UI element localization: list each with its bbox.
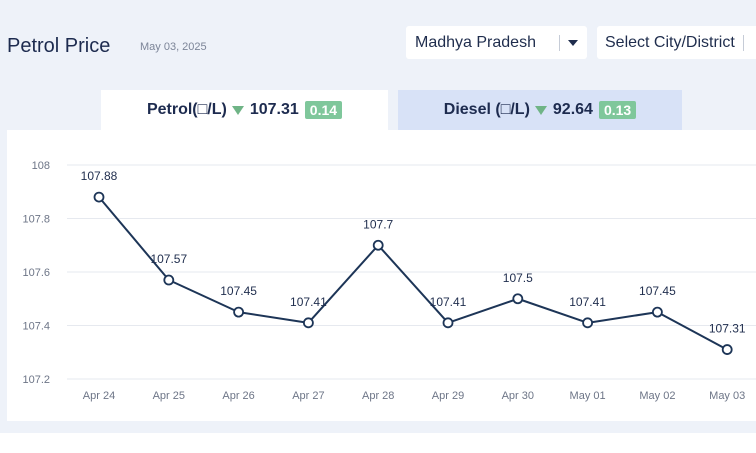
data-point xyxy=(721,344,733,355)
data-label: 107.41 xyxy=(569,295,606,309)
data-label: 107.45 xyxy=(220,284,257,298)
data-point xyxy=(372,239,384,251)
x-tick-label: May 01 xyxy=(570,390,606,402)
x-tick-label: Apr 29 xyxy=(432,390,464,402)
x-tick-label: May 03 xyxy=(709,390,745,402)
data-point xyxy=(582,317,593,329)
footer-strip xyxy=(0,433,756,453)
data-label: 107.41 xyxy=(430,295,467,309)
data-point xyxy=(163,274,175,286)
tab-petrol-label: Petrol(□/L) xyxy=(146,101,227,118)
data-point xyxy=(652,306,663,318)
data-label: 107.5 xyxy=(503,271,533,285)
data-point xyxy=(302,317,314,329)
data-label: 107.41 xyxy=(290,295,327,309)
select-divider xyxy=(559,34,560,51)
tab-diesel-price: 92.64 xyxy=(552,101,593,118)
price-line-chart: 107.2 107.4 107.6 107.8 108 Apr 24 Apr 25 Apr 2… xyxy=(22,160,756,402)
y-tick-label: 107.8 xyxy=(22,214,50,226)
y-tick-label: 108 xyxy=(32,160,50,172)
page-title: Petrol Price xyxy=(7,35,111,57)
header: Petrol Price May 03, 2025 Madhya Pradesh… xyxy=(0,0,756,80)
tab-petrol-change-badge: 0.14 xyxy=(304,101,343,119)
data-point xyxy=(233,306,245,318)
price-chart-panel: 107.2 107.4 107.6 107.8 108 Apr 24 Apr 25 Apr 2… xyxy=(7,130,756,421)
data-point xyxy=(512,293,524,305)
down-arrow-icon xyxy=(231,105,244,115)
tab-diesel[interactable]: Diesel (□/L) 92.64 0.13 xyxy=(398,90,682,130)
down-arrow-icon xyxy=(534,105,547,115)
y-tick-label: 107.2 xyxy=(22,374,50,386)
x-tick-label: May 02 xyxy=(639,390,675,402)
x-tick-label: Apr 28 xyxy=(362,390,394,402)
data-point xyxy=(93,191,105,203)
y-tick-label: 107.6 xyxy=(22,267,50,279)
select-divider xyxy=(742,34,744,51)
page-date: May 03, 2025 xyxy=(140,41,207,53)
data-label: 107.88 xyxy=(81,169,118,183)
tab-diesel-change-badge: 0.13 xyxy=(598,101,637,119)
data-label: 107.57 xyxy=(150,252,187,266)
x-tick-label: Apr 24 xyxy=(83,390,115,402)
data-point xyxy=(442,317,454,329)
state-select[interactable]: Madhya Pradesh xyxy=(406,26,587,59)
city-select-placeholder: Select City/District xyxy=(605,33,735,51)
city-select[interactable]: Select City/District xyxy=(597,26,756,59)
x-tick-label: Apr 30 xyxy=(502,390,534,402)
tab-petrol[interactable]: Petrol(□/L) 107.31 0.14 xyxy=(101,90,388,130)
tab-diesel-label: Diesel (□/L) xyxy=(443,101,530,118)
chevron-down-icon[interactable] xyxy=(568,39,578,46)
data-label: 107.45 xyxy=(639,284,676,298)
y-tick-label: 107.4 xyxy=(22,321,50,333)
x-tick-label: Apr 26 xyxy=(222,390,254,402)
state-select-value: Madhya Pradesh xyxy=(415,33,536,51)
series-line xyxy=(98,196,728,351)
x-tick-label: Apr 27 xyxy=(292,390,324,402)
data-label: 107.31 xyxy=(709,322,746,336)
x-tick-label: Apr 25 xyxy=(153,390,185,402)
tab-petrol-price: 107.31 xyxy=(249,101,299,118)
data-label: 107.7 xyxy=(363,217,393,231)
